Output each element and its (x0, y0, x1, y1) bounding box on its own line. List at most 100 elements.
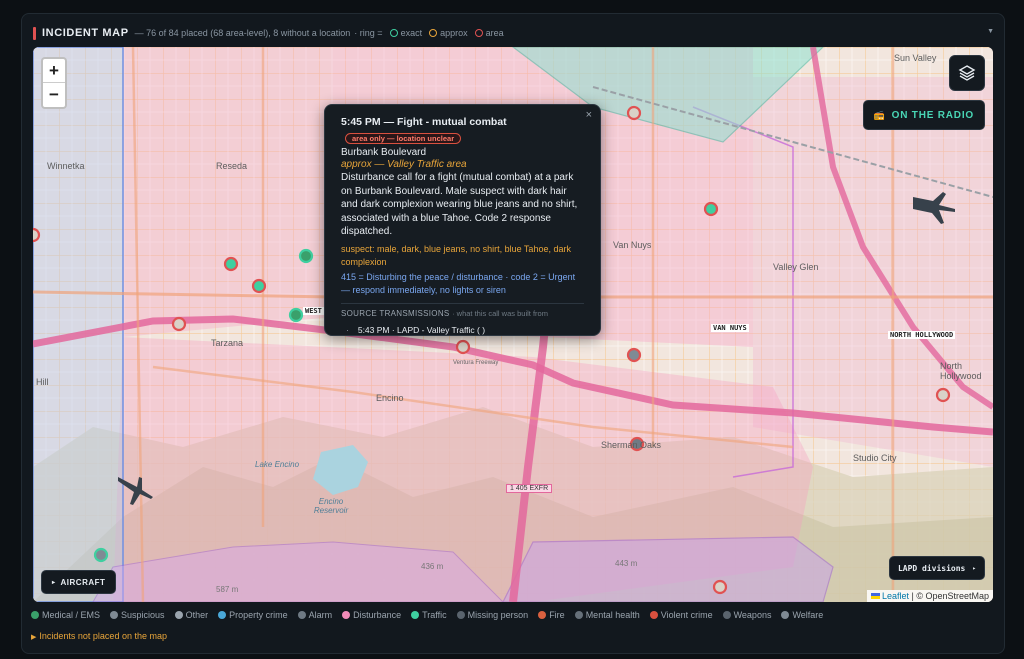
zoom-out-button[interactable]: − (43, 83, 65, 107)
popup-codes: 415 = Disturbing the peace / disturbance… (341, 271, 576, 295)
transmission-label: 5:43 PM · LAPD - Valley Traffic ( ) (357, 324, 486, 335)
legend-item[interactable]: Violent crime (649, 610, 713, 620)
map-label: Van Nuys (613, 240, 652, 250)
panel-title: INCIDENT MAP (42, 27, 129, 39)
radio-label: ON THE RADIO (891, 109, 974, 121)
map-label: Encino (376, 393, 404, 403)
legend-label: Fire (549, 610, 565, 620)
collapse-caret-icon[interactable]: ▼ (987, 28, 994, 35)
legend-dot-icon (342, 611, 351, 619)
popup-location: Burbank Boulevard (341, 147, 427, 158)
legend-item[interactable]: Missing person (456, 610, 529, 620)
radio-icon: 📻 (873, 109, 886, 120)
legend-dot-icon (456, 611, 465, 619)
category-legend: Medical / EMS Suspicious Other Property cri… (31, 610, 823, 620)
legend-label: Medical / EMS (42, 610, 101, 620)
expand-triangle-icon: ▶ (31, 634, 37, 641)
legend-label: Disturbance (353, 610, 402, 620)
legend-item[interactable]: Other (174, 610, 209, 620)
legend-item[interactable]: Property crime (218, 610, 288, 620)
division-label: VAN NUYS (711, 324, 749, 332)
map-view[interactable]: Sun Valley Winnetka Reseda Van Nuys Vall… (33, 47, 993, 602)
ring-approx-label: approx (440, 28, 468, 38)
ring-exact-label: exact (400, 28, 423, 38)
map-label: Reseda (216, 161, 248, 171)
map-label: Sherman Oaks (601, 440, 662, 450)
popup-approx-area: approx — Valley Traffic area (341, 159, 467, 170)
legend-dot-icon (110, 611, 119, 619)
zoom-in-button[interactable]: + (43, 59, 65, 83)
legend-item[interactable]: Disturbance (342, 610, 401, 620)
legend-label: Alarm (308, 610, 333, 620)
transmission-item[interactable]: · 5:43 PM · LAPD - Valley Traffic ( ) (341, 325, 584, 335)
legend-item[interactable]: Mental health (574, 610, 640, 620)
map-attribution: Leaflet | © OpenStreetMap (866, 590, 993, 602)
map-label: Lake Encino (255, 460, 300, 469)
map-label: Hill (36, 377, 49, 387)
legend-dot-icon (218, 611, 227, 619)
legend-label: Other (185, 610, 209, 620)
map-label: 587 m (216, 585, 239, 594)
source-transmissions-heading: SOURCE TRANSMISSIONS · what this call wa… (341, 302, 584, 318)
flag-icon (870, 593, 880, 599)
legend-item[interactable]: Fire (538, 610, 565, 620)
ring-area-icon (474, 29, 483, 37)
map-label: 443 m (615, 559, 638, 568)
placement-summary: — 76 of 84 placed (68 area-level), 8 wit… (134, 28, 351, 38)
panel-header: INCIDENT MAP — 76 of 84 placed (68 area-… (33, 23, 504, 43)
legend-item[interactable]: Welfare (781, 610, 823, 620)
aircraft-label: AIRCRAFT (60, 577, 106, 587)
division-label: WEST (303, 307, 324, 315)
unplaced-incidents-toggle[interactable]: ▶ Incidents not placed on the map (31, 631, 167, 641)
bullet-icon: · (346, 324, 349, 335)
map-label: Sun Valley (894, 53, 937, 63)
legend-label: Weapons (733, 610, 772, 620)
layers-button[interactable] (949, 55, 985, 91)
lapd-divisions-button[interactable]: LAPD divisions ▸ (888, 556, 985, 580)
legend-label: Welfare (792, 610, 824, 620)
ring-approx-icon (429, 29, 438, 37)
popup-title: 5:45 PM — Fight - mutual combat (341, 116, 507, 128)
legend-item[interactable]: Traffic (411, 610, 447, 620)
incident-popup: × 5:45 PM — Fight - mutual combat area o… (324, 104, 601, 336)
legend-label: Traffic (422, 610, 447, 620)
map-label: 1 405 EXFR (506, 484, 553, 493)
map-label: Valley Glen (773, 262, 819, 272)
osm-attribution[interactable]: | © OpenStreetMap (911, 591, 989, 601)
map-label: Studio City (853, 453, 897, 463)
accent-bar (33, 26, 36, 40)
map-label: Tarzana (211, 338, 244, 348)
legend-dot-icon (574, 611, 583, 619)
on-the-radio-button[interactable]: 📻 ON THE RADIO (862, 100, 985, 130)
legend-item[interactable]: Suspicious (110, 610, 165, 620)
legend-dot-icon (31, 611, 39, 619)
legend-dot-icon (722, 611, 731, 619)
legend-label: Mental health (585, 610, 640, 620)
legend-item[interactable]: Medical / EMS (31, 610, 100, 620)
divisions-label: LAPD divisions (897, 563, 966, 573)
legend-label: Property crime (229, 610, 288, 620)
legend-dot-icon (411, 611, 420, 619)
legend-dot-icon (649, 611, 658, 619)
division-label: NORTH HOLLYWOOD (888, 331, 956, 339)
ring-exact-icon (389, 29, 398, 37)
legend-dot-icon (297, 611, 306, 619)
legend-item[interactable]: Weapons (722, 610, 772, 620)
popup-suspect: suspect: male, dark, blue jeans, no shir… (341, 243, 571, 267)
leaflet-link[interactable]: Leaflet (882, 591, 909, 601)
map-label: Encino Reservoir (313, 497, 349, 515)
map-label: North Hollywood (940, 361, 982, 381)
aircraft-toggle-button[interactable]: ▸ AIRCRAFT (41, 570, 117, 594)
legend-dot-icon (174, 611, 183, 619)
legend-label: Missing person (467, 610, 529, 620)
legend-item[interactable]: Alarm (297, 610, 333, 620)
close-icon[interactable]: × (586, 109, 592, 121)
map-label: Winnetka (47, 161, 85, 171)
legend-dot-icon (781, 611, 790, 619)
location-confidence-badge: area only — location unclear (345, 133, 462, 144)
legend-label: Violent crime (660, 610, 713, 620)
source-heading-label: SOURCE TRANSMISSIONS (341, 308, 450, 318)
ring-area-label: area (485, 28, 504, 38)
map-label: 436 m (421, 562, 444, 571)
source-subheading: · what this call was built from (452, 308, 548, 318)
